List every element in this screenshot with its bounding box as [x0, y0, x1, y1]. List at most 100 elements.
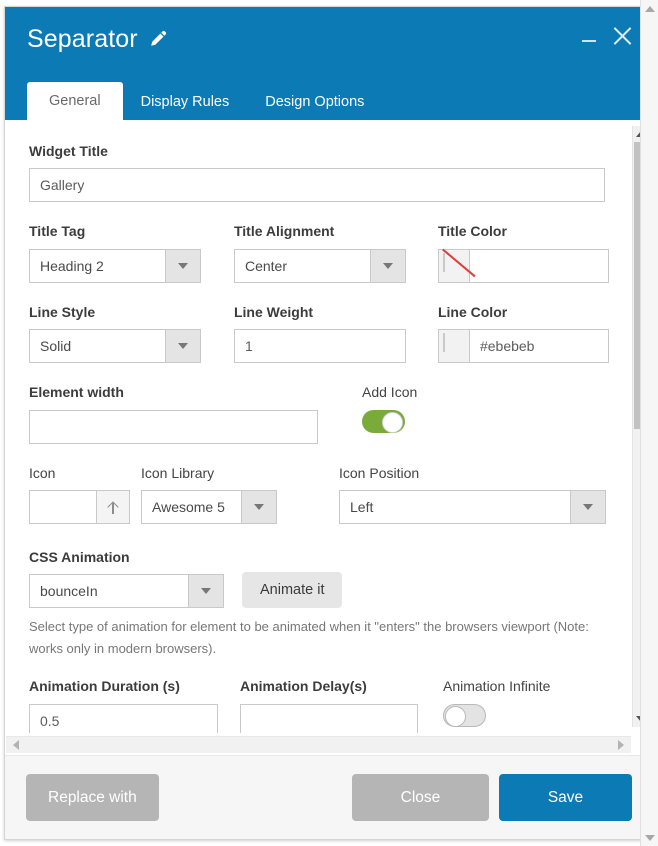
line-style-select[interactable]: Solid: [29, 329, 201, 364]
element-width-label: Element width: [29, 384, 124, 401]
line-style-label: Line Style: [29, 303, 96, 320]
scroll-left-icon[interactable]: [8, 737, 24, 753]
color-none-icon: [442, 252, 445, 272]
element-width-row: Element width Add Icon: [29, 384, 609, 444]
widget-title-row: Widget Title: [29, 143, 609, 203]
element-width-input[interactable]: [29, 409, 318, 444]
animation-infinite-field: Animation Infinite: [443, 678, 603, 733]
title-color-swatch-button[interactable]: [437, 248, 470, 283]
css-animation-value: bounceIn: [40, 583, 98, 600]
tab-display-rules[interactable]: Display Rules: [123, 83, 248, 121]
icon-library-label: Icon Library: [141, 464, 215, 481]
title-color-field: Title Color: [437, 223, 609, 283]
animate-it-wrap: Animate it: [242, 550, 343, 609]
chevron-down-icon: [164, 249, 200, 282]
chevron-down-icon: [164, 330, 200, 363]
css-animation-help-text: Select type of animation for element to …: [29, 619, 589, 656]
line-color-label: Line Color: [437, 303, 508, 320]
close-icon[interactable]: [611, 25, 633, 47]
animation-timing-row: Animation Duration (s) Animation Delay(s…: [29, 678, 609, 733]
close-button[interactable]: Close: [352, 774, 489, 821]
icon-library-field: Icon Library Awesome 5: [141, 464, 277, 524]
line-weight-field: Line Weight: [233, 303, 406, 364]
title-alignment-field: Title Alignment Center: [233, 223, 406, 283]
separator-settings-modal: Separator General Display Rules Design O…: [4, 6, 654, 840]
general-settings-form: Widget Title Title Tag Heading 2 Title A…: [5, 120, 633, 733]
line-weight-label: Line Weight: [233, 303, 314, 320]
animation-infinite-toggle[interactable]: [443, 703, 486, 727]
animation-delay-field: Animation Delay(s): [240, 678, 418, 733]
line-style-value: Solid: [40, 338, 72, 355]
toggle-knob: [445, 705, 466, 727]
tab-general[interactable]: General: [27, 81, 123, 120]
tab-design-options[interactable]: Design Options: [247, 83, 382, 121]
modal-footer: Replace with Close Save: [5, 755, 653, 839]
page-title: Separator: [27, 24, 138, 53]
page-vertical-scrollbar[interactable]: [640, 0, 658, 846]
page-scroll-up-icon[interactable]: [641, 0, 658, 17]
chevron-down-icon: [369, 249, 405, 282]
line-color-swatch: [442, 333, 445, 353]
animation-duration-field: Animation Duration (s): [29, 678, 218, 733]
modal-title-row: Separator: [5, 7, 653, 55]
arrow-up-icon[interactable]: [96, 489, 130, 524]
line-color-field: Line Color: [437, 303, 609, 364]
title-color-input[interactable]: [469, 248, 609, 283]
page-scroll-down-icon[interactable]: [641, 829, 658, 846]
title-tag-field: Title Tag Heading 2: [29, 223, 201, 283]
icon-position-select[interactable]: Left: [339, 489, 606, 524]
animation-duration-label: Animation Duration (s): [29, 678, 180, 695]
widget-title-label: Widget Title: [29, 143, 108, 159]
chevron-down-icon: [188, 575, 223, 608]
minimize-icon[interactable]: [581, 29, 597, 44]
add-icon-field: Add Icon: [362, 384, 562, 443]
css-animation-field: CSS Animation bounceIn: [29, 548, 224, 609]
title-color-label: Title Color: [437, 223, 507, 240]
title-tag-label: Title Tag: [29, 223, 86, 240]
widget-title-field: Widget Title: [29, 143, 605, 203]
icon-input-group: [29, 489, 130, 524]
add-icon-toggle[interactable]: [362, 409, 405, 433]
animation-delay-input[interactable]: [240, 703, 418, 733]
line-color-swatch-button[interactable]: [437, 329, 470, 364]
save-button[interactable]: Save: [499, 774, 632, 821]
icon-position-label: Icon Position: [339, 464, 420, 481]
body-horizontal-scrollbar[interactable]: [6, 736, 631, 753]
title-settings-row: Title Tag Heading 2 Title Alignment Cent…: [29, 223, 609, 283]
modal-header: Separator General Display Rules Design O…: [5, 7, 653, 120]
animation-delay-label: Animation Delay(s): [240, 678, 367, 695]
animation-infinite-label: Animation Infinite: [443, 678, 551, 695]
window-controls: [581, 25, 633, 47]
line-settings-row: Line Style Solid Line Weight Line Color: [29, 303, 609, 364]
css-animation-select[interactable]: bounceIn: [29, 574, 224, 609]
modal-body: Widget Title Title Tag Heading 2 Title A…: [5, 120, 653, 755]
scroll-right-icon[interactable]: [613, 737, 629, 753]
title-alignment-select[interactable]: Center: [233, 248, 406, 283]
replace-with-button[interactable]: Replace with: [26, 774, 159, 821]
title-alignment-value: Center: [244, 257, 288, 274]
widget-title-input[interactable]: [29, 168, 605, 203]
icon-position-value: Left: [350, 498, 374, 515]
add-icon-label: Add Icon: [362, 384, 418, 401]
line-color-input[interactable]: [469, 329, 609, 364]
icon-input[interactable]: [29, 489, 96, 524]
line-style-field: Line Style Solid: [29, 303, 201, 364]
tab-bar: General Display Rules Design Options: [27, 81, 382, 121]
icon-field: Icon: [29, 464, 130, 524]
element-width-field: Element width: [29, 384, 318, 444]
chevron-down-icon: [241, 490, 276, 523]
css-animation-row: CSS Animation bounceIn Animate it: [29, 548, 609, 609]
title-color-picker: [437, 248, 609, 283]
pencil-icon[interactable]: [148, 29, 168, 49]
css-animation-label: CSS Animation: [29, 548, 130, 565]
title-tag-select[interactable]: Heading 2: [29, 248, 201, 283]
line-weight-input[interactable]: [233, 329, 406, 364]
icon-library-select[interactable]: Awesome 5: [141, 489, 277, 524]
toggle-knob: [382, 411, 403, 433]
animate-it-button[interactable]: Animate it: [242, 572, 343, 609]
chevron-down-icon: [570, 490, 605, 523]
icon-label: Icon: [29, 464, 56, 481]
animation-duration-input[interactable]: [29, 703, 218, 733]
title-tag-value: Heading 2: [40, 257, 104, 274]
icon-library-value: Awesome 5: [152, 498, 225, 515]
